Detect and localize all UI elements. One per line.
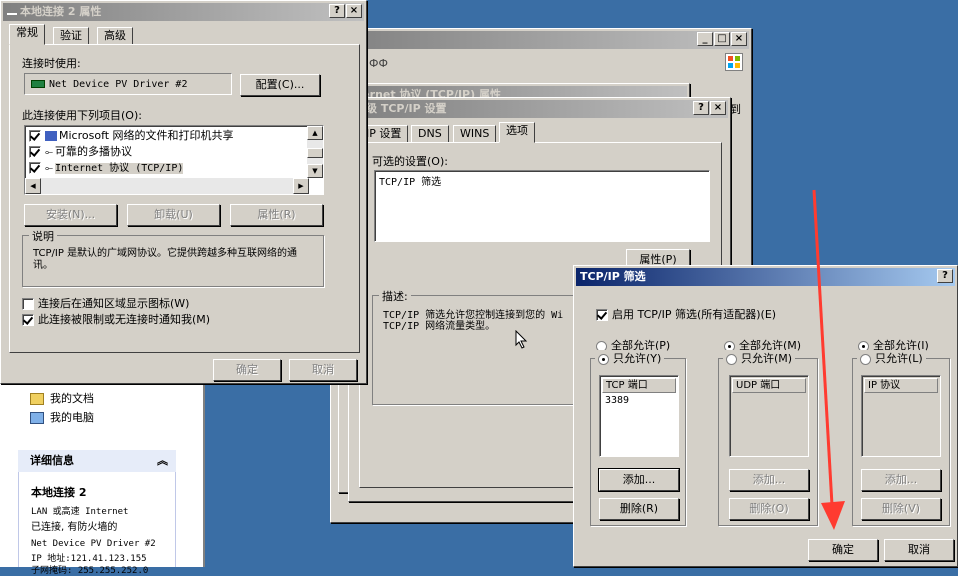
red-arrow-annotation xyxy=(812,189,845,530)
details-line: 子网掩码: 255.255.252.0 xyxy=(31,566,149,576)
tab-options[interactable]: 选项 xyxy=(499,122,535,143)
tab-general[interactable]: 常规 xyxy=(9,24,45,45)
